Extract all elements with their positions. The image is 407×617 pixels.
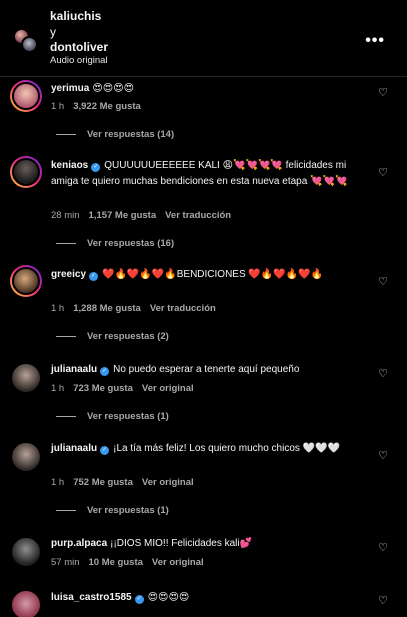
comment-body: luisa_castro1585 ✓ 😍😍😍😍 — [51, 590, 366, 606]
like-heart-icon[interactable]: ♡ — [378, 166, 388, 179]
author-kaliuchis[interactable]: kaliuchis — [50, 9, 101, 23]
comment-body: julianaalu ✓ ¡La tía más feliz! Los quiero… — [51, 441, 366, 457]
comment-meta: 57 min 10 Me gusta Ver original — [51, 557, 213, 568]
avatar[interactable] — [10, 536, 42, 568]
collab-avatars[interactable] — [13, 28, 39, 54]
comment-time: 28 min — [51, 210, 80, 221]
avatar[interactable] — [10, 265, 42, 297]
reel-audio-header: kaliuchis y dontoliver Audio original ••… — [0, 0, 407, 77]
audio-original-link[interactable]: Audio original — [50, 55, 108, 66]
view-replies-button[interactable]: Ver respuestas (1) — [56, 505, 169, 516]
comment-time: 1 h — [51, 101, 65, 112]
comment-text: ¡La tía más feliz! Los quiero mucho chic… — [113, 443, 341, 454]
author-dontoliver[interactable]: dontoliver — [50, 40, 108, 54]
view-replies-button[interactable]: Ver respuestas (14) — [56, 129, 174, 140]
comment-meta: 1 h 3,922 Me gusta — [51, 101, 150, 112]
verified-badge-icon: ✓ — [100, 367, 110, 376]
like-heart-icon[interactable]: ♡ — [378, 541, 388, 554]
replies-divider — [56, 415, 76, 417]
view-replies-label: Ver respuestas (1) — [87, 505, 169, 516]
see-translation-button[interactable]: Ver traducción — [150, 303, 216, 314]
comment-text: 😍😍😍😍 — [92, 83, 135, 94]
avatar-dontoliver[interactable] — [21, 36, 38, 53]
comment-text: 😍😍😍😍 — [147, 592, 190, 603]
like-heart-icon[interactable]: ♡ — [378, 449, 388, 462]
comment-username[interactable]: julianaalu — [51, 443, 97, 454]
comment-text: ❤️🔥❤️🔥❤️🔥BENDICIONES ❤️🔥❤️🔥❤️🔥 — [102, 269, 324, 280]
like-heart-icon[interactable]: ♡ — [378, 594, 388, 607]
comment-username[interactable]: yerimua — [51, 83, 89, 94]
author-conjunction: y — [50, 25, 56, 39]
avatar[interactable] — [10, 362, 42, 394]
see-original-button[interactable]: Ver original — [152, 557, 204, 568]
comment-time: 1 h — [51, 383, 65, 394]
comment-likes[interactable]: 3,922 Me gusta — [73, 101, 141, 112]
comment-username[interactable]: keniaos — [51, 160, 88, 171]
like-heart-icon[interactable]: ♡ — [378, 367, 388, 380]
comment-username[interactable]: purp.alpaca — [51, 538, 107, 549]
verified-badge-icon: ✓ — [100, 446, 110, 455]
comment-text: ¡¡DIOS MIO!! Felicidades kali💕 — [110, 538, 253, 549]
view-replies-label: Ver respuestas (14) — [87, 129, 175, 140]
comment-text: No puedo esperar a tenerte aquí pequeño — [113, 364, 300, 375]
comment-body: julianaalu ✓ No puedo esperar a tenerte aq… — [51, 362, 366, 378]
comment-likes[interactable]: 752 Me gusta — [73, 477, 133, 488]
comment-meta: 28 min 1,157 Me gusta Ver traducción — [51, 210, 240, 221]
comment-username[interactable]: greeicy — [51, 269, 86, 280]
replies-divider — [56, 509, 76, 511]
comment-username[interactable]: julianaalu — [51, 364, 97, 375]
avatar[interactable] — [10, 441, 42, 473]
comment-likes[interactable]: 1,288 Me gusta — [73, 303, 141, 314]
replies-divider — [56, 133, 76, 135]
comment-meta: 1 h 723 Me gusta Ver original — [51, 383, 203, 394]
verified-badge-icon: ✓ — [134, 595, 144, 604]
see-original-button[interactable]: Ver original — [142, 477, 194, 488]
more-options-icon[interactable]: ••• — [365, 32, 385, 50]
comment-username[interactable]: luisa_castro1585 — [51, 592, 132, 603]
like-heart-icon[interactable]: ♡ — [378, 275, 388, 288]
comment-body: yerimua 😍😍😍😍 — [51, 81, 366, 97]
comment-body: purp.alpaca ¡¡DIOS MIO!! Felicidades kali… — [51, 536, 366, 552]
avatar[interactable] — [10, 156, 42, 188]
comment-likes[interactable]: 10 Me gusta — [89, 557, 143, 568]
comment-likes[interactable]: 1,157 Me gusta — [89, 210, 157, 221]
replies-divider — [56, 242, 76, 244]
view-replies-label: Ver respuestas (1) — [87, 411, 169, 422]
replies-divider — [56, 335, 76, 337]
verified-badge-icon: ✓ — [89, 272, 99, 281]
view-replies-button[interactable]: Ver respuestas (1) — [56, 411, 169, 422]
comment-time: 57 min — [51, 557, 80, 568]
see-original-button[interactable]: Ver original — [142, 383, 194, 394]
avatar[interactable] — [10, 80, 42, 112]
avatar[interactable] — [10, 589, 42, 617]
view-replies-button[interactable]: Ver respuestas (16) — [56, 238, 174, 249]
verified-badge-icon: ✓ — [91, 163, 101, 172]
see-translation-button[interactable]: Ver traducción — [165, 210, 231, 221]
comment-time: 1 h — [51, 477, 65, 488]
view-replies-label: Ver respuestas (2) — [87, 331, 169, 342]
like-heart-icon[interactable]: ♡ — [378, 86, 388, 99]
comment-body: keniaos ✓ QUUUUUUEEEEEE KALI 😩💘💘💘💘 felicid… — [51, 158, 366, 190]
comment-meta: 1 h 752 Me gusta Ver original — [51, 477, 203, 488]
comment-time: 1 h — [51, 303, 65, 314]
comment-body: greeicy ✓ ❤️🔥❤️🔥❤️🔥BENDICIONES ❤️🔥❤️🔥❤️🔥 — [51, 267, 366, 283]
view-replies-label: Ver respuestas (16) — [87, 238, 175, 249]
comment-meta: 1 h 1,288 Me gusta Ver traducción — [51, 303, 225, 314]
view-replies-button[interactable]: Ver respuestas (2) — [56, 331, 169, 342]
comment-likes[interactable]: 723 Me gusta — [73, 383, 133, 394]
